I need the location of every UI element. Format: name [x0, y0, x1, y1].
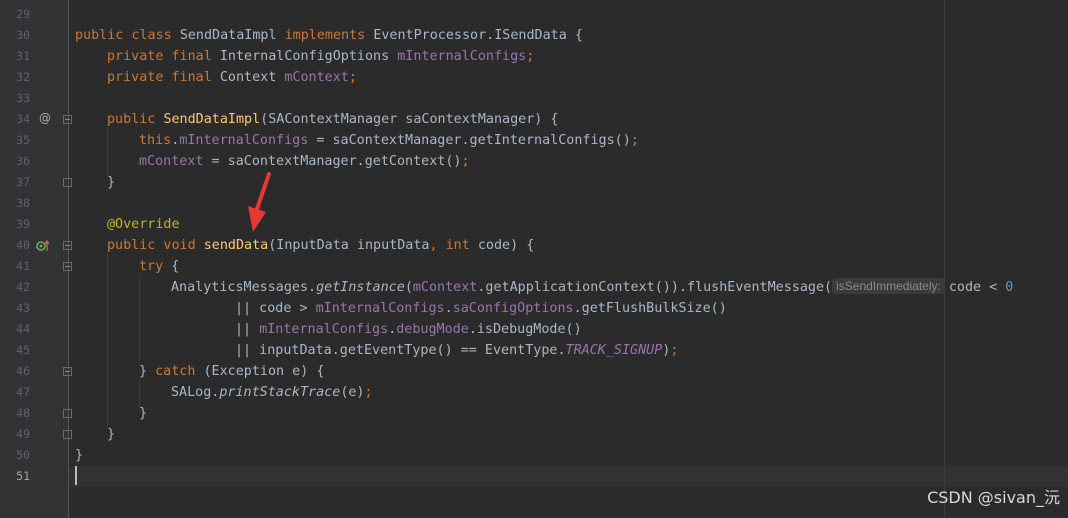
line-number: 32	[16, 70, 30, 84]
code-line-49: }	[107, 427, 116, 442]
code-line-50: }	[75, 448, 84, 463]
code-line-43: || code > mInternalConfigs.saConfigOptio…	[235, 301, 727, 316]
line-number: 34	[16, 112, 30, 126]
line-number: 40	[16, 238, 30, 252]
code-line-47: SALog.printStackTrace(e);	[171, 385, 373, 400]
override-at-icon[interactable]: @	[39, 111, 51, 125]
line-number: 29	[16, 7, 30, 21]
code-line-44: || mInternalConfigs.debugMode.isDebugMod…	[235, 322, 582, 337]
line-number: 41	[16, 259, 30, 273]
line-number: 37	[16, 175, 30, 189]
indent-guide	[107, 126, 108, 176]
line-number: 31	[16, 49, 30, 63]
line-number: 35	[16, 133, 30, 147]
code-line-45: || inputData.getEventType() == EventType…	[235, 343, 679, 358]
code-line-39: @Override	[107, 217, 180, 232]
line-number: 44	[16, 322, 30, 336]
line-number: 49	[16, 427, 30, 441]
text-caret	[75, 466, 77, 485]
code-line-46: } catch (Exception e) {	[139, 364, 325, 379]
indent-guide	[107, 252, 108, 428]
line-number: 48	[16, 406, 30, 420]
implements-method-icon[interactable]	[36, 239, 50, 252]
line-number: 39	[16, 217, 30, 231]
code-editor[interactable]: public class SendDataImpl implements Eve…	[69, 0, 1068, 518]
line-number: 38	[16, 196, 30, 210]
code-line-31: private final InternalConfigOptions mInt…	[107, 49, 535, 64]
right-margin-guide	[944, 0, 945, 518]
code-line-36: mContext = saContextManager.getContext()…	[139, 154, 470, 169]
red-arrow-annotation	[248, 172, 271, 232]
code-line-48: }	[139, 406, 148, 421]
line-number: 47	[16, 385, 30, 399]
line-number: 50	[16, 448, 30, 462]
line-number: 36	[16, 154, 30, 168]
parameter-hint: isSendImmediately:	[832, 278, 945, 294]
code-line-41: try {	[139, 259, 180, 274]
watermark: CSDN @sivan_沅	[927, 488, 1060, 507]
code-line-37: }	[107, 175, 116, 190]
code-line-34: public SendDataImpl(SAContextManager saC…	[107, 112, 559, 127]
line-number: 46	[16, 364, 30, 378]
line-number: 30	[16, 28, 30, 42]
code-line-42: AnalyticsMessages.getInstance(mContext.g…	[171, 278, 1014, 295]
code-line-35: this.mInternalConfigs = saContextManager…	[139, 133, 639, 148]
line-number: 43	[16, 301, 30, 315]
code-line-40: public void sendData(InputData inputData…	[107, 238, 535, 253]
code-line-32: private final Context mContext;	[107, 70, 357, 85]
line-number: 45	[16, 343, 30, 357]
indent-guide	[139, 273, 140, 365]
code-line-30: public class SendDataImpl implements Eve…	[75, 28, 583, 43]
line-number: 42	[16, 280, 30, 294]
line-number: 33	[16, 91, 30, 105]
line-number-current: 51	[16, 469, 30, 483]
